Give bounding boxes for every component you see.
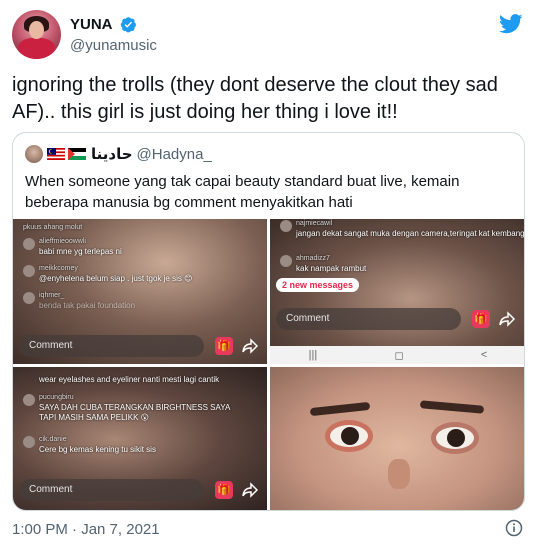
author-avatar[interactable] bbox=[12, 10, 61, 59]
author-handle[interactable]: @yunamusic bbox=[70, 37, 157, 54]
tweet-timestamp[interactable]: 1:00 PM · Jan 7, 2021 bbox=[12, 521, 160, 538]
gift-icon: 🎁 bbox=[215, 337, 233, 355]
comment: pucungbiru SAYA DAH CUBA TERANGKAN BIRGH… bbox=[23, 393, 249, 423]
comment: ahmadizz7 kak nampak rambut bbox=[280, 254, 366, 274]
quoted-avatar bbox=[25, 145, 43, 163]
share-icon bbox=[499, 311, 516, 327]
face-eye bbox=[436, 427, 474, 449]
comment: wear eyelashes and eyeliner nanti mesti … bbox=[39, 375, 220, 384]
malaysia-flag-icon bbox=[47, 148, 65, 160]
info-icon[interactable] bbox=[505, 519, 523, 537]
author-name[interactable]: YUNA bbox=[70, 16, 113, 33]
media-image-1[interactable]: pkuus ahang molut alieffmieoowwli babi m… bbox=[13, 219, 267, 364]
nav-home-button: ◻ bbox=[394, 349, 404, 362]
comment: iqhmer_ benda tak pakai foundation bbox=[23, 291, 135, 311]
media-grid: pkuus ahang molut alieffmieoowwli babi m… bbox=[13, 219, 524, 510]
nav-recents-button: ||| bbox=[308, 349, 318, 361]
quoted-tweet[interactable]: حادينا @Hadyna_ When someone yang tak ca… bbox=[12, 132, 525, 511]
nav-back-button: < bbox=[480, 349, 488, 361]
tweet-text: ignoring the trolls (they dont deserve t… bbox=[12, 74, 498, 123]
gift-icon: 🎁 bbox=[215, 481, 233, 499]
share-icon bbox=[242, 482, 259, 498]
face-brow bbox=[419, 400, 485, 414]
verified-badge-icon bbox=[120, 17, 136, 33]
android-nav-bar: ||| ◻ < bbox=[270, 346, 524, 364]
media-image-4[interactable] bbox=[270, 367, 524, 510]
face-nose bbox=[388, 459, 410, 489]
comment: alieffmieoowwli babi mne yg terlepas ni bbox=[23, 237, 122, 257]
comment: pkuus ahang molut bbox=[23, 224, 83, 231]
tweet-footer: 1:00 PM · Jan 7, 2021 bbox=[12, 519, 525, 539]
tweet-header: YUNA @yunamusic bbox=[12, 10, 525, 62]
quoted-text: When someone yang tak capai beauty stand… bbox=[25, 173, 460, 211]
comment-input: Comment bbox=[19, 479, 204, 501]
comment-input: Comment bbox=[276, 308, 461, 330]
media-image-3[interactable]: wear eyelashes and eyeliner nanti mesti … bbox=[13, 367, 267, 510]
quoted-author-handle: @Hadyna_ bbox=[136, 145, 212, 163]
comment: najmiecawil jangan dekat sangat muka den… bbox=[280, 219, 524, 239]
media-image-2[interactable]: najmiecawil jangan dekat sangat muka den… bbox=[270, 219, 524, 364]
comment-input: Comment bbox=[19, 335, 204, 357]
comment: meikkcomey @enyhelena belum siap . just … bbox=[23, 264, 192, 284]
face-brow bbox=[309, 401, 371, 417]
twitter-bird-icon[interactable] bbox=[499, 14, 523, 34]
palestine-flag-icon bbox=[68, 148, 86, 160]
new-messages-pill: 2 new messages bbox=[276, 278, 360, 292]
gift-icon: 🎁 bbox=[472, 310, 490, 328]
share-icon bbox=[242, 338, 259, 354]
quoted-author-name: حادينا bbox=[91, 146, 133, 163]
quoted-header: حادينا @Hadyna_ bbox=[25, 145, 212, 163]
face-eye bbox=[330, 425, 368, 447]
comment: cik.danie Cere bg kemas kening tu sikit … bbox=[23, 435, 156, 455]
